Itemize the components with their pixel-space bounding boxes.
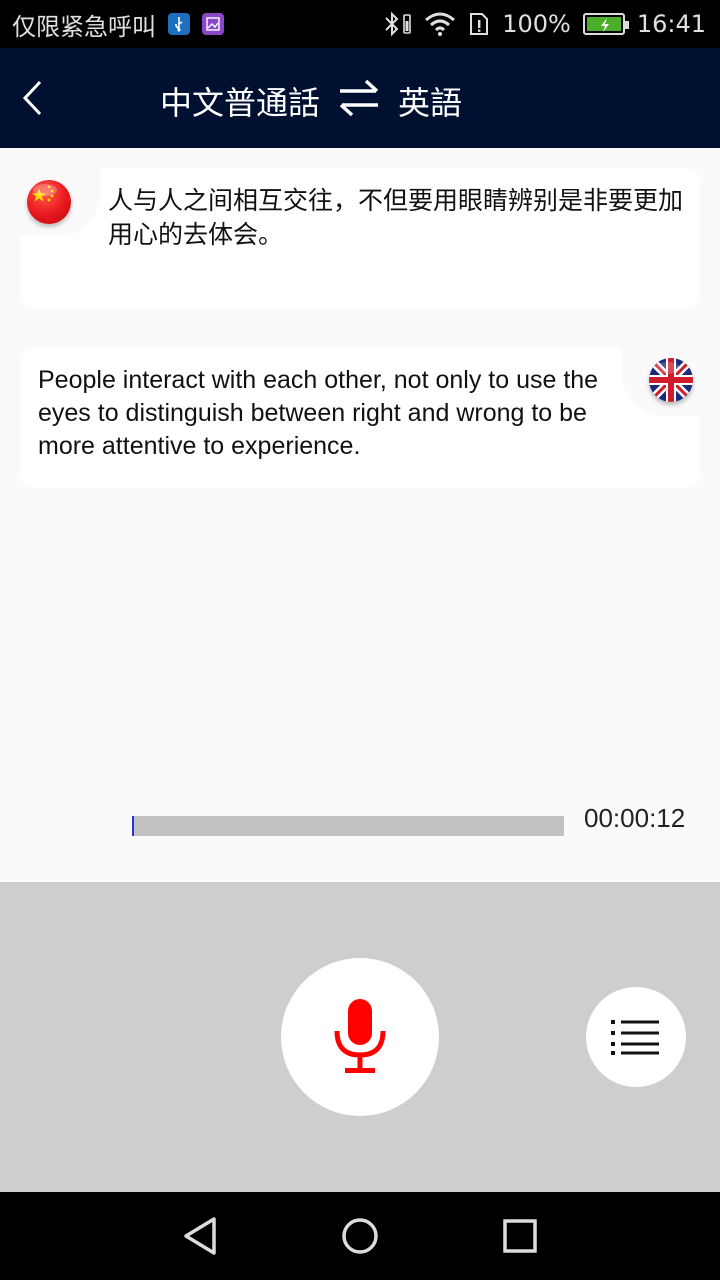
- clock: 16:41: [636, 10, 706, 38]
- target-language-button[interactable]: 英語: [398, 78, 462, 124]
- status-bar: 仅限紧急呼叫 100% 16:41: [0, 0, 720, 48]
- playback-progress-fill: [132, 816, 135, 836]
- elapsed-time: 00:00:12: [584, 803, 686, 833]
- carrier-text: 仅限紧急呼叫: [12, 12, 156, 41]
- swap-arrows-icon: [339, 79, 379, 117]
- uk-flag-icon: [649, 358, 693, 402]
- record-button[interactable]: [281, 958, 439, 1116]
- china-flag-icon: [27, 180, 71, 224]
- source-language-button[interactable]: 中文普通話: [160, 78, 320, 124]
- nav-back-button[interactable]: [170, 1206, 230, 1266]
- nav-home-button[interactable]: [330, 1206, 390, 1266]
- microphone-icon: [334, 999, 386, 1073]
- image-icon: [202, 13, 224, 35]
- playback-progress-bar[interactable]: [132, 816, 564, 836]
- wifi-icon: [424, 12, 456, 36]
- history-list-button[interactable]: [586, 987, 686, 1087]
- back-button[interactable]: [10, 76, 54, 120]
- nav-recents-button[interactable]: [490, 1206, 550, 1266]
- sim-alert-icon: [468, 12, 490, 36]
- battery-charging-icon: [582, 13, 629, 35]
- translated-message-text: People interact with each other, not onl…: [38, 366, 599, 460]
- list-menu-icon: [611, 1020, 659, 1055]
- swap-languages-button[interactable]: [336, 76, 382, 120]
- back-triangle-icon: [184, 1217, 216, 1255]
- battery-percent: 100%: [502, 10, 571, 38]
- status-left: 仅限紧急呼叫: [12, 0, 224, 48]
- bluetooth-icon: [382, 11, 412, 37]
- status-right: 100% 16:41: [370, 0, 706, 48]
- source-message-text: 人与人之间相互交往，不但要用眼睛辨别是非要更加用心的去体会。: [108, 186, 684, 249]
- app-bar: 中文普通話 英語: [0, 48, 720, 148]
- system-nav-bar: [0, 1192, 720, 1280]
- home-circle-icon: [342, 1218, 378, 1254]
- recents-square-icon: [503, 1219, 537, 1253]
- chevron-left-icon: [22, 80, 42, 116]
- usb-icon: [168, 13, 190, 35]
